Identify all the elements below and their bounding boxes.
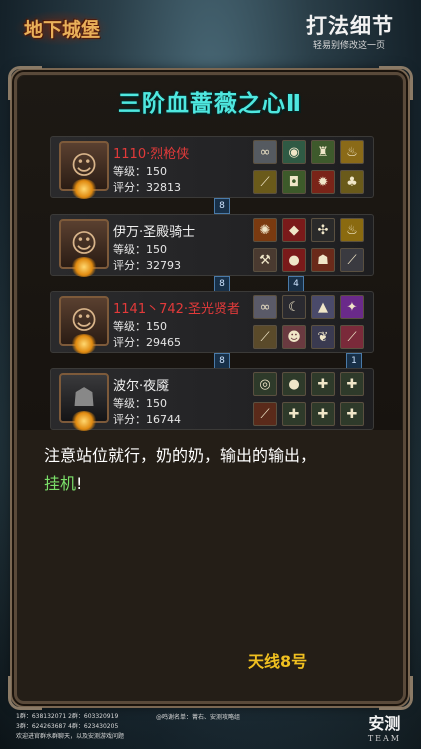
hood-icon[interactable]: ▲ xyxy=(311,295,335,319)
blade-icon[interactable]: ⟋ xyxy=(340,248,364,272)
rune-icon[interactable]: ♣ xyxy=(340,170,364,194)
dagger-icon[interactable]: ⟋ xyxy=(253,402,277,426)
hero-score: 评分：32813 xyxy=(113,181,181,194)
chain-icon[interactable]: ∞ xyxy=(253,140,277,164)
welcome-text: 欢迎进官群水群聊天，以及安测游戏问题 xyxy=(16,733,125,740)
brand-logo: 安测 TEAM xyxy=(368,710,401,743)
wing-icon[interactable]: ❦ xyxy=(311,325,335,349)
swirl-icon[interactable]: ◉ xyxy=(282,140,306,164)
skill-grid: ✺ ◆ ✣ ♨ ⚒ ● ☗ ⟋ xyxy=(253,218,369,274)
cross-icon[interactable]: ✚ xyxy=(340,402,364,426)
hero-score: 评分：32793 xyxy=(113,259,181,272)
skill-grid: ◎ ● ✚ ✚ ⟋ ✚ ✚ ✚ xyxy=(253,372,369,428)
armor-icon[interactable]: ◘ xyxy=(282,170,306,194)
skill-grid: ∞ ☾ ▲ ✦ ⟋ ☻ ❦ ⟋ xyxy=(253,295,369,351)
lantern-icon[interactable]: ♨ xyxy=(340,218,364,242)
hero-level: 等级：150 xyxy=(113,165,167,178)
link-badge: 4 xyxy=(288,276,304,292)
gem-icon[interactable]: ◆ xyxy=(282,218,306,242)
mask-icon[interactable]: ☻ xyxy=(282,325,306,349)
hero-level: 等级：150 xyxy=(113,320,167,333)
hero-name: 伊万·圣殿骑士 xyxy=(113,225,196,240)
rank-medal-icon xyxy=(71,257,97,277)
hero-level: 等级：150 xyxy=(113,243,167,256)
boss-title: 三阶血蔷薇之心Ⅱ xyxy=(117,91,303,117)
hammer-icon[interactable]: ⚒ xyxy=(253,248,277,272)
credits-text: @鸣谢名单：菁右、安测攻略组 xyxy=(156,714,241,721)
hero-score: 评分：16744 xyxy=(113,413,181,426)
team-member-row[interactable]: ☺ 1110·烈枪侠 等级：150 评分：32813 ∞ ◉ ♜ ♨ ⟋ ◘ ✹ ♣ xyxy=(50,136,374,199)
page-subtitle: 轻易别修改这一页 xyxy=(312,41,385,51)
staff-icon[interactable]: ⟋ xyxy=(253,325,277,349)
hero-name: 波尔·夜魇 xyxy=(113,379,170,394)
brand-team: TEAM xyxy=(367,734,401,743)
team-member-row[interactable]: ☺ 伊万·圣殿骑士 等级：150 评分：32793 ✺ ◆ ✣ ♨ ⚒ ● ☗ ⟋ xyxy=(50,214,374,277)
cross-icon[interactable]: ✚ xyxy=(282,402,306,426)
red-orb-icon[interactable]: ● xyxy=(282,248,306,272)
rank-medal-icon xyxy=(71,334,97,354)
fire-icon[interactable]: ✹ xyxy=(311,170,335,194)
potion-icon[interactable]: ♨ xyxy=(340,140,364,164)
strategy-highlight: 挂机 xyxy=(44,474,77,493)
frame-corner-ornament xyxy=(379,676,413,710)
claw-icon[interactable]: ✣ xyxy=(311,218,335,242)
hero-score: 评分：29465 xyxy=(113,336,181,349)
magic-orb-icon[interactable]: ✦ xyxy=(340,295,364,319)
flame-ring-icon[interactable]: ✺ xyxy=(253,218,277,242)
brand-name: 安测 xyxy=(368,714,401,733)
demon-icon[interactable]: ☗ xyxy=(311,248,335,272)
scythe-icon[interactable]: ☾ xyxy=(282,295,306,319)
team-member-row[interactable]: ☺ 1141丶742·圣光贤者 等级：150 评分：29465 ∞ ☾ ▲ ✦ ⟋ ☻ ❦ ⟋ xyxy=(50,291,374,354)
spear-icon[interactable]: ⟋ xyxy=(253,170,277,194)
hero-name: 1110·烈枪侠 xyxy=(113,147,190,162)
cross-icon[interactable]: ✚ xyxy=(311,402,335,426)
cross-icon[interactable]: ✚ xyxy=(340,372,364,396)
strategy-end: ! xyxy=(76,474,83,493)
page-title: 打法细节 xyxy=(306,13,394,38)
group-numbers-line: 3群：624263687 4群：623430205 xyxy=(16,723,119,730)
frame-corner-ornament xyxy=(8,676,42,710)
skill-grid: ∞ ◉ ♜ ♨ ⟋ ◘ ✹ ♣ xyxy=(253,140,369,196)
link-badge: 1 xyxy=(346,353,362,369)
link-badge: 8 xyxy=(214,276,230,292)
chain-icon[interactable]: ∞ xyxy=(253,295,277,319)
rank-medal-icon xyxy=(71,179,97,199)
totem-icon[interactable]: ♜ xyxy=(311,140,335,164)
eye-icon[interactable]: ◎ xyxy=(253,372,277,396)
strategy-line: 注意站位就行，奶的奶，输出的输出， xyxy=(44,446,317,465)
hero-name: 1141丶742·圣光贤者 xyxy=(113,302,241,317)
hero-level: 等级：150 xyxy=(113,397,167,410)
team-member-row[interactable]: ☗ 波尔·夜魇 等级：150 评分：16744 ◎ ● ✚ ✚ ⟋ ✚ ✚ ✚ xyxy=(50,368,374,431)
cross-icon[interactable]: ✚ xyxy=(311,372,335,396)
author-caption: 天线8号 xyxy=(248,652,308,671)
link-badge: 8 xyxy=(214,198,230,214)
dagger-icon[interactable]: ⟋ xyxy=(340,325,364,349)
rank-medal-icon xyxy=(71,411,97,431)
strategy-text: 注意站位就行，奶的奶，输出的输出， 挂机! xyxy=(44,442,378,498)
link-badge: 8 xyxy=(214,353,230,369)
bomb-icon[interactable]: ● xyxy=(282,372,306,396)
game-logo: 地下城堡 xyxy=(14,10,110,46)
